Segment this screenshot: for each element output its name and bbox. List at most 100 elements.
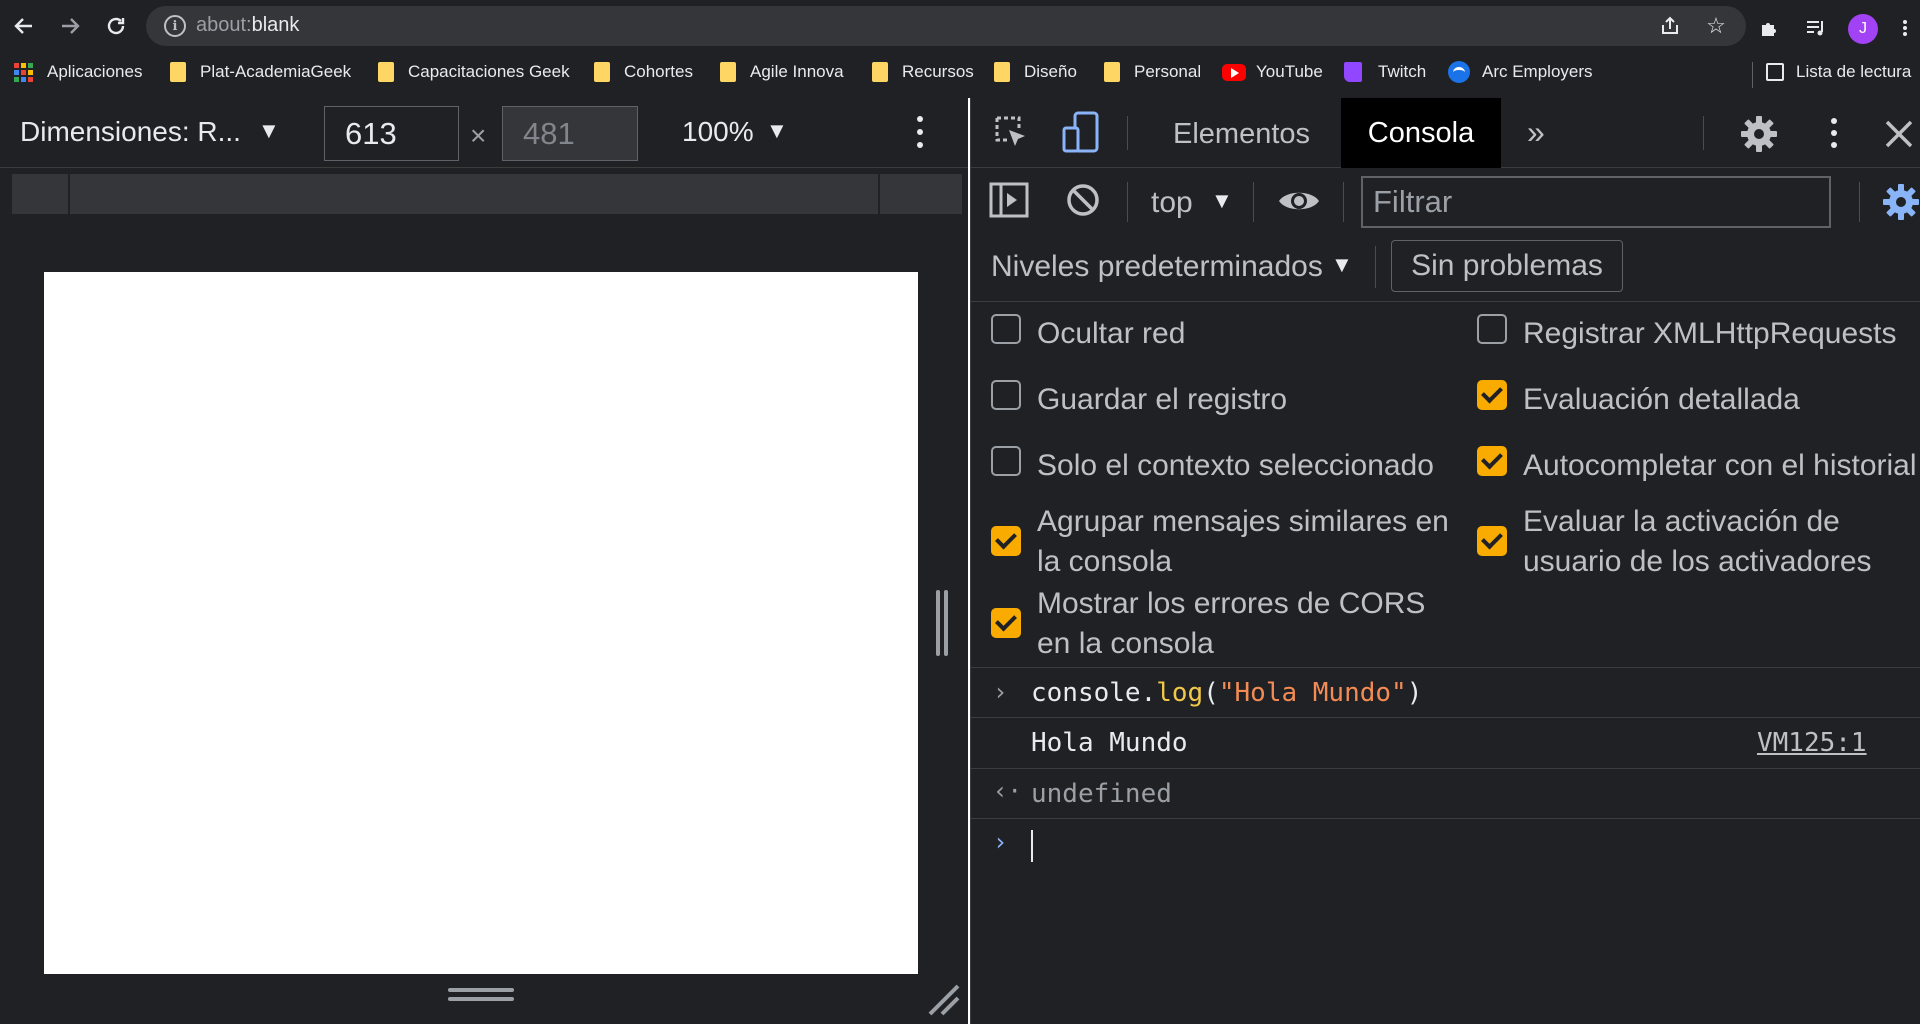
option-eager-evaluation[interactable]: Evaluación detallada [1477, 380, 1920, 420]
console-prompt-cursor[interactable] [1031, 830, 1033, 862]
option-label: Guardar el registro [1037, 383, 1288, 416]
share-icon[interactable] [1656, 12, 1684, 40]
bookmark-label: YouTube [1256, 62, 1323, 81]
bookmark-youtube[interactable]: YouTube [1222, 56, 1323, 88]
reload-icon[interactable] [98, 8, 134, 44]
bookmark-diseno[interactable]: Diseño [994, 56, 1077, 88]
zoom-label: 100% [682, 116, 754, 147]
apps-grid-icon [14, 62, 33, 82]
option-label: Mostrar los errores de CORS en la consol… [1037, 587, 1426, 660]
bookmark-plat-academiageek[interactable]: Plat-AcademiaGeek [170, 56, 351, 88]
source-link[interactable]: VM125:1 [1757, 728, 1867, 758]
dimensions-select[interactable]: Dimensiones: R... [20, 116, 241, 148]
sidebar-toggle-icon[interactable] [989, 182, 1029, 223]
device-more-options-icon[interactable] [910, 112, 930, 152]
checkbox[interactable] [1477, 526, 1507, 556]
devtools-panel: Elementos Consola » top ▼ Filtrar Nivele… [970, 98, 1920, 1024]
height-input[interactable] [502, 106, 638, 161]
zoom-caret-icon[interactable]: ▼ [766, 118, 788, 144]
browser-menu-icon[interactable] [1898, 14, 1912, 42]
bookmarks-bar: Aplicaciones Plat-AcademiaGeek Capacitac… [0, 54, 1920, 90]
resize-corner-icon[interactable] [924, 980, 960, 1016]
checkbox[interactable] [991, 314, 1021, 344]
device-toolbar-toggle-icon[interactable] [1061, 110, 1101, 159]
option-user-activation-eval[interactable]: Evaluar la activación de usuario de los … [1477, 502, 1920, 582]
checkbox[interactable] [991, 446, 1021, 476]
issues-button[interactable]: Sin problemas [1391, 240, 1623, 292]
bookmark-label: Diseño [1024, 62, 1077, 81]
browser-toolbar: i about:blank ☆ J [0, 4, 1920, 48]
youtube-icon [1222, 63, 1246, 81]
log-levels-select[interactable]: Niveles predeterminados [991, 250, 1323, 284]
settings-gear-icon[interactable] [1739, 114, 1779, 159]
bookmark-arc-employers[interactable]: Arc Employers [1448, 56, 1593, 88]
dimensions-caret-icon[interactable]: ▼ [258, 118, 280, 144]
option-preserve-log[interactable]: Guardar el registro [991, 380, 1437, 420]
checkbox[interactable] [991, 380, 1021, 410]
url-prefix: about: [196, 14, 252, 36]
checkbox[interactable] [1477, 380, 1507, 410]
tab-divider [1703, 116, 1704, 150]
bookmark-recursos[interactable]: Recursos [872, 56, 974, 88]
media-queue-icon[interactable] [1802, 14, 1830, 42]
inspect-element-icon[interactable] [993, 114, 1031, 157]
back-arrow-icon[interactable] [6, 8, 42, 44]
bookmark-twitch[interactable]: Twitch [1344, 56, 1426, 88]
bookmark-capacitaciones-geek[interactable]: Capacitaciones Geek [378, 56, 570, 88]
reading-list-icon [1766, 63, 1784, 81]
forward-arrow-icon[interactable] [52, 8, 88, 44]
checkbox[interactable] [991, 608, 1021, 638]
resize-handle-bottom[interactable] [448, 988, 514, 1004]
site-info-icon[interactable]: i [164, 15, 186, 37]
bookmark-apps[interactable]: Aplicaciones [14, 56, 142, 88]
checkbox[interactable] [1477, 446, 1507, 476]
tab-console[interactable]: Consola [1341, 98, 1501, 168]
more-tabs-icon[interactable]: » [1527, 114, 1545, 151]
option-log-xmlhttprequests[interactable]: Registrar XMLHttpRequests [1477, 314, 1920, 354]
arc-icon [1448, 61, 1470, 83]
option-selected-context-only[interactable]: Solo el contexto seleccionado [991, 446, 1457, 486]
bookmarks-divider [1752, 62, 1753, 88]
option-hide-network[interactable]: Ocultar red [991, 314, 1437, 354]
devtools-menu-icon[interactable] [1827, 114, 1841, 152]
emulated-viewport[interactable] [44, 272, 918, 974]
context-select[interactable]: top [1151, 186, 1193, 220]
close-devtools-icon[interactable] [1881, 116, 1915, 155]
checkbox[interactable] [1477, 314, 1507, 344]
bookmark-label: Personal [1134, 62, 1202, 81]
reading-list-button[interactable]: Lista de lectura [1766, 56, 1911, 88]
console-result-text: undefined [1031, 779, 1172, 809]
option-autocomplete-history[interactable]: Autocompletar con el historial [1477, 446, 1920, 486]
option-show-cors-errors[interactable]: Mostrar los errores de CORS en la consol… [991, 584, 1457, 664]
bookmark-agile-innova[interactable]: Agile Innova [720, 56, 844, 88]
width-input[interactable] [324, 106, 459, 161]
folder-icon [720, 62, 736, 82]
resize-handle-right[interactable] [936, 590, 950, 656]
bookmark-label: Recursos [902, 62, 974, 81]
address-bar[interactable]: i about:blank ☆ [146, 6, 1746, 46]
dimensions-label: Dimensiones: R... [20, 116, 241, 147]
checkbox[interactable] [991, 526, 1021, 556]
filter-input[interactable] [1361, 176, 1831, 228]
bookmark-label: Plat-AcademiaGeek [200, 62, 352, 81]
url-text: about:blank [196, 14, 299, 37]
tab-elements[interactable]: Elementos [1173, 118, 1310, 151]
result-arrow-icon: ‹· [993, 777, 1022, 805]
context-caret-icon[interactable]: ▼ [1211, 188, 1233, 214]
option-group-similar[interactable]: Agrupar mensajes similares en la consola [991, 502, 1457, 582]
clear-console-icon[interactable] [1065, 182, 1101, 223]
bookmark-star-icon[interactable]: ☆ [1702, 12, 1730, 40]
profile-avatar[interactable]: J [1848, 14, 1878, 44]
bookmark-personal[interactable]: Personal [1104, 56, 1201, 88]
live-expression-eye-icon[interactable] [1277, 186, 1321, 221]
bookmark-label: Capacitaciones Geek [408, 62, 570, 81]
log-levels-caret-icon[interactable]: ▼ [1331, 252, 1353, 278]
console-input-code[interactable]: console.log("Hola Mundo") [1031, 678, 1422, 708]
zoom-select[interactable]: 100% [682, 116, 754, 148]
bookmark-cohortes[interactable]: Cohortes [594, 56, 693, 88]
bookmark-label: Agile Innova [750, 62, 844, 81]
console-settings-gear-icon[interactable] [1881, 182, 1920, 227]
devtools-tabbar: Elementos Consola » [971, 98, 1920, 168]
media-query-ruler[interactable] [12, 174, 962, 214]
extensions-puzzle-icon[interactable] [1756, 14, 1784, 42]
